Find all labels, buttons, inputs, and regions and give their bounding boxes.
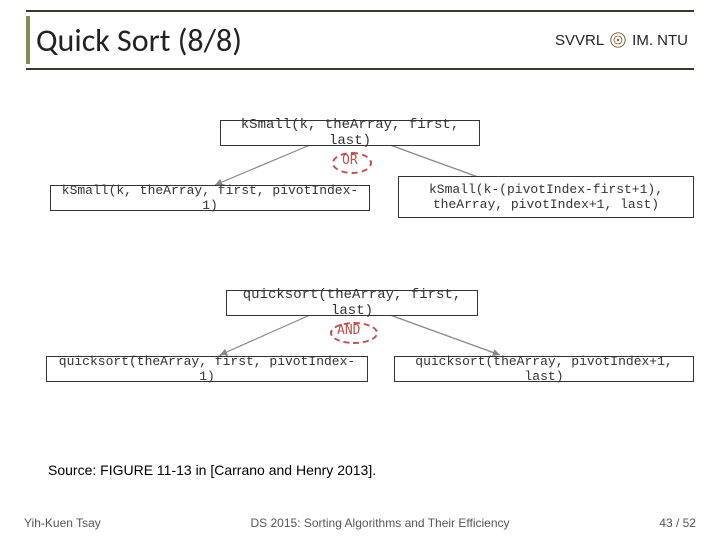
and-label: AND: [337, 323, 360, 338]
footer-course: DS 2015: Sorting Algorithms and Their Ef…: [250, 516, 509, 530]
lab-name: SVVRL: [555, 32, 604, 49]
quicksort-root-box: quicksort(theArray, first, last): [226, 290, 478, 316]
org-name: IM. NTU: [632, 32, 688, 49]
quicksort-left-box: quicksort(theArray, first, pivotIndex-1): [46, 356, 368, 382]
footer-author: Yih-Kuen Tsay: [24, 516, 101, 530]
quicksort-right-box: quicksort(theArray, pivotIndex+1, last): [394, 356, 694, 382]
ksmall-right-box: kSmall(k-(pivotIndex-first+1), theArray,…: [398, 176, 694, 218]
footer: Yih-Kuen Tsay DS 2015: Sorting Algorithm…: [24, 516, 696, 530]
title-right: SVVRL IM. NTU: [555, 32, 694, 49]
footer-page: 43 / 52: [659, 516, 696, 530]
title-accent: [26, 16, 30, 64]
slide: Quick Sort (8/8) SVVRL IM. NTU: [0, 0, 720, 540]
ksmall-root-box: kSmall(k, theArray, first, last): [220, 120, 480, 146]
source-citation: Source: FIGURE 11-13 in [Carrano and Hen…: [48, 462, 376, 478]
or-label: OR: [342, 153, 358, 168]
title-bar: Quick Sort (8/8) SVVRL IM. NTU: [26, 10, 694, 70]
title-left: Quick Sort (8/8): [26, 16, 242, 64]
ntu-logo-icon: [610, 32, 626, 48]
ksmall-left-box: kSmall(k, theArray, first, pivotIndex-1): [50, 185, 370, 211]
slide-title: Quick Sort (8/8): [36, 21, 242, 60]
